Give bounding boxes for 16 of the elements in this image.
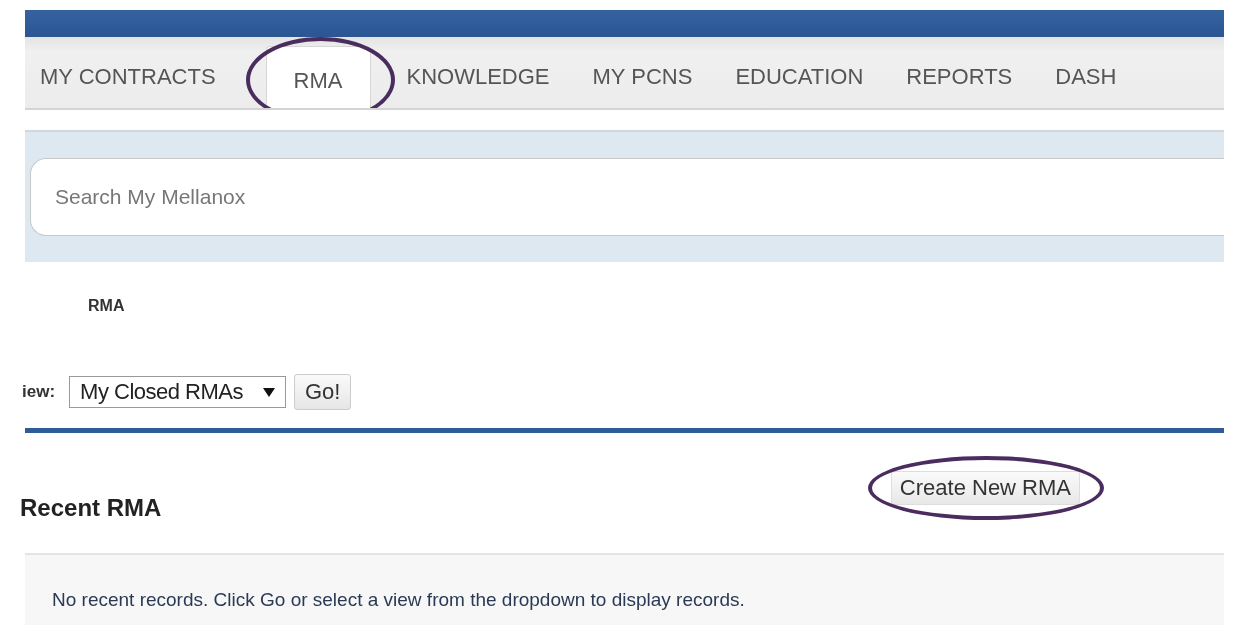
- nav-tab[interactable]: REPORTS: [891, 46, 1028, 108]
- go-button[interactable]: Go!: [294, 374, 352, 410]
- dropdown-arrow-icon: [263, 387, 275, 397]
- search-field[interactable]: Search My Mellanox: [30, 158, 1224, 236]
- view-label: iew:: [22, 382, 56, 402]
- nav-tab[interactable]: DASH: [1040, 46, 1132, 108]
- create-button[interactable]: Create New RMA: [890, 471, 1080, 505]
- page-title: RMA: [88, 297, 126, 315]
- nav-tab[interactable]: MY CONTRACTS: [25, 46, 231, 108]
- nav-tab[interactable]: EDUCATION: [720, 46, 879, 108]
- nav-tab[interactable]: RMA: [265, 46, 371, 108]
- view-dropdown[interactable]: My Closed RMAs: [69, 376, 286, 408]
- nav-tab[interactable]: MY PCNS: [577, 46, 708, 108]
- section-title: Recent RMA: [20, 494, 162, 522]
- empty-message: No recent records. Click Go or select a view from the dropdown to display records.: [52, 589, 745, 611]
- nav-tab[interactable]: KNOWLEDGE: [391, 46, 565, 108]
